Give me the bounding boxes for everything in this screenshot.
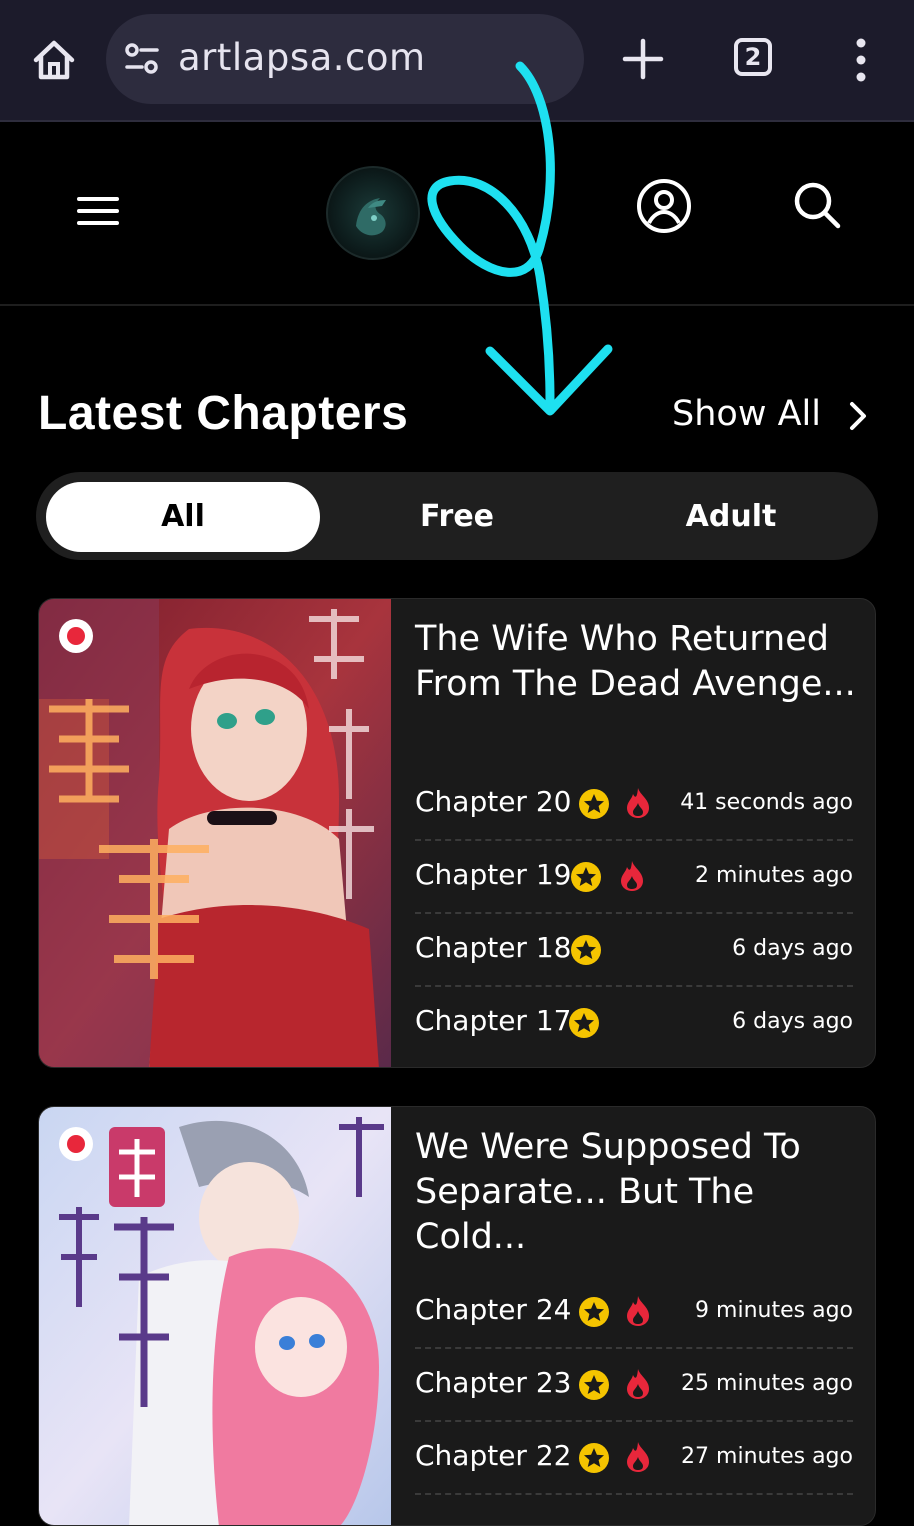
star-icon	[571, 935, 601, 965]
series-cover-image[interactable]	[39, 1107, 391, 1525]
chapter-time: 9 minutes ago	[695, 1298, 853, 1323]
series-title[interactable]: The Wife Who Returned From The Dead Aven…	[415, 617, 865, 707]
chapter-row[interactable]: Chapter 23 25 minutes ago	[415, 1350, 853, 1422]
star-icon	[571, 862, 601, 892]
chapter-time: 6 days ago	[732, 936, 853, 961]
site-info-icon[interactable]	[124, 42, 160, 76]
chapter-label: Chapter 23	[415, 1366, 572, 1399]
fire-icon	[621, 861, 643, 891]
fire-icon	[627, 788, 649, 818]
filter-tabs: All Free Adult	[36, 472, 878, 560]
chapter-label: Chapter 20	[415, 785, 572, 818]
address-bar[interactable]: artlapsa.com	[106, 14, 584, 104]
section-title: Latest Chapters	[38, 387, 409, 440]
star-icon	[579, 1297, 609, 1327]
tab-all[interactable]: All	[46, 482, 320, 552]
chevron-right-icon[interactable]	[846, 400, 870, 432]
chapter-label: Chapter 19	[415, 858, 572, 891]
tab-free[interactable]: Free	[320, 482, 594, 552]
fire-icon	[627, 1369, 649, 1399]
chapter-label: Chapter 18	[415, 931, 572, 964]
show-all-link[interactable]: Show All	[672, 394, 821, 434]
chapter-label: Chapter 17	[415, 1004, 572, 1037]
hamburger-icon[interactable]	[76, 194, 120, 228]
chapter-row[interactable]: Chapter 24 9 minutes ago	[415, 1277, 853, 1349]
chapter-row[interactable]: Chapter 20 41 seconds ago	[415, 769, 853, 841]
update-dot-icon	[59, 619, 93, 653]
plus-icon[interactable]	[622, 38, 664, 80]
chapter-row[interactable]: Chapter 17 6 days ago	[415, 988, 853, 1060]
site-header	[0, 122, 914, 306]
series-title[interactable]: We Were Supposed To Separate... But The …	[415, 1125, 865, 1260]
chapter-row[interactable]: Chapter 22 27 minutes ago	[415, 1423, 853, 1495]
chapter-label: Chapter 24	[415, 1293, 572, 1326]
series-card[interactable]: The Wife Who Returned From The Dead Aven…	[38, 598, 876, 1068]
url-text: artlapsa.com	[178, 36, 426, 79]
star-icon	[569, 1008, 599, 1038]
browser-toolbar: artlapsa.com 2	[0, 0, 914, 122]
chapter-time: 2 minutes ago	[695, 863, 853, 888]
tabs-icon[interactable]: 2	[734, 38, 772, 76]
account-icon[interactable]	[636, 178, 692, 234]
site-logo[interactable]	[326, 166, 420, 260]
star-icon	[579, 1370, 609, 1400]
chapter-time: 41 seconds ago	[680, 790, 853, 815]
chapter-row[interactable]: Chapter 19 2 minutes ago	[415, 842, 853, 914]
more-vert-icon[interactable]	[852, 38, 870, 82]
chapter-row[interactable]: Chapter 18 6 days ago	[415, 915, 853, 987]
logo-emblem-icon	[356, 198, 386, 236]
update-dot-icon	[59, 1127, 93, 1161]
chapter-label: Chapter 22	[415, 1439, 572, 1472]
home-icon[interactable]	[30, 36, 78, 84]
series-card[interactable]: We Were Supposed To Separate... But The …	[38, 1106, 876, 1526]
fire-icon	[627, 1442, 649, 1472]
search-icon[interactable]	[792, 180, 842, 230]
star-icon	[579, 1443, 609, 1473]
chapter-time: 25 minutes ago	[681, 1371, 853, 1396]
series-cover-image[interactable]	[39, 599, 391, 1067]
chapter-time: 6 days ago	[732, 1009, 853, 1034]
star-icon	[579, 789, 609, 819]
tab-adult[interactable]: Adult	[594, 482, 868, 552]
fire-icon	[627, 1296, 649, 1326]
chapter-time: 27 minutes ago	[681, 1444, 853, 1469]
